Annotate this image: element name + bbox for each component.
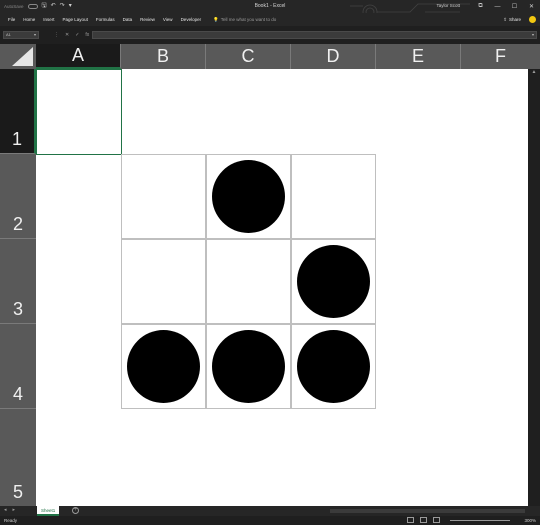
cell-area[interactable] bbox=[36, 69, 528, 506]
add-sheet-button[interactable]: + bbox=[72, 507, 79, 514]
column-header-e[interactable]: E bbox=[376, 44, 461, 69]
select-all-triangle-icon bbox=[12, 47, 33, 66]
sheet-next-icon[interactable]: ▸ bbox=[13, 507, 16, 513]
scroll-up-icon[interactable]: ▲ bbox=[528, 69, 540, 75]
formula-input[interactable]: ▾ bbox=[92, 31, 537, 39]
circle-shape-d3[interactable] bbox=[297, 245, 370, 318]
worksheet-grid: A B C D E F 1 2 3 4 5 ▲ bbox=[0, 44, 540, 506]
lightbulb-icon: 💡 bbox=[213, 16, 219, 22]
window-controls: ⧉ — ☐ ✕ bbox=[472, 0, 540, 13]
circle-shape-c4[interactable] bbox=[212, 330, 285, 403]
column-header-b[interactable]: B bbox=[121, 44, 206, 69]
status-bar: Ready 300% bbox=[0, 516, 540, 525]
tab-home[interactable]: Home bbox=[19, 13, 39, 26]
ribbon-display-icon[interactable]: ⧉ bbox=[472, 0, 489, 13]
enter-icon[interactable]: ✓ bbox=[75, 31, 79, 39]
column-header-f[interactable]: F bbox=[461, 44, 540, 69]
column-header-d[interactable]: D bbox=[291, 44, 376, 69]
circle-shape-c2[interactable] bbox=[212, 160, 285, 233]
expand-formula-icon[interactable]: ▾ bbox=[532, 32, 534, 37]
cell-b2[interactable] bbox=[121, 154, 206, 239]
tell-me-text: Tell me what you want to do bbox=[220, 17, 277, 22]
circle-shape-b4[interactable] bbox=[127, 330, 200, 403]
tab-review[interactable]: Review bbox=[136, 13, 159, 26]
zoom-slider[interactable] bbox=[450, 520, 510, 521]
normal-view-icon[interactable] bbox=[407, 517, 414, 523]
sheet-tab-sheet1[interactable]: Sheet1 bbox=[37, 506, 60, 516]
circle-shape-d4[interactable] bbox=[297, 330, 370, 403]
formula-bar: A1 ▾ ⋮ ✕ ✓ fx ▾ bbox=[0, 26, 540, 44]
share-button[interactable]: ⇪ Share bbox=[503, 17, 521, 23]
sheet-tab-bar: ◂ ▸ Sheet1 + bbox=[0, 506, 540, 516]
share-label: Share bbox=[508, 17, 521, 22]
cancel-icon[interactable]: ✕ bbox=[65, 31, 69, 39]
sheet-navigation: ◂ ▸ bbox=[4, 507, 15, 513]
user-name[interactable]: Taylor Scott bbox=[436, 3, 460, 8]
name-box-value: A1 bbox=[6, 32, 11, 37]
tab-formulas[interactable]: Formulas bbox=[92, 13, 119, 26]
feedback-smiley-icon[interactable] bbox=[529, 16, 536, 23]
status-ready: Ready bbox=[4, 518, 18, 523]
cell-b3[interactable] bbox=[121, 239, 206, 324]
tab-developer[interactable]: Developer bbox=[177, 13, 206, 26]
chevron-down-icon[interactable]: ▾ bbox=[34, 32, 36, 38]
vertical-scrollbar[interactable]: ▲ bbox=[528, 69, 540, 506]
tab-file[interactable]: File bbox=[4, 13, 19, 26]
row-header-4[interactable]: 4 bbox=[0, 324, 36, 409]
close-button[interactable]: ✕ bbox=[523, 0, 540, 13]
name-box[interactable]: A1 ▾ bbox=[3, 31, 39, 39]
column-header-a[interactable]: A bbox=[36, 44, 121, 69]
restore-button[interactable]: ☐ bbox=[506, 0, 523, 13]
share-icon: ⇪ bbox=[503, 16, 507, 22]
more-icon[interactable]: ⋮ bbox=[54, 31, 59, 39]
cell-c3[interactable] bbox=[206, 239, 291, 324]
excel-window: AutoSave 🖫 ↶ ↷ ▾ Book1 - Excel Taylor Sc… bbox=[0, 0, 540, 525]
ribbon-tabs: File Home Insert Page Layout Formulas Da… bbox=[0, 13, 540, 26]
row-header-2[interactable]: 2 bbox=[0, 154, 36, 239]
sheet-prev-icon[interactable]: ◂ bbox=[4, 507, 7, 513]
row-header-1[interactable]: 1 bbox=[0, 69, 36, 154]
insert-function-icon[interactable]: fx bbox=[85, 31, 89, 39]
title-bar: AutoSave 🖫 ↶ ↷ ▾ Book1 - Excel Taylor Sc… bbox=[0, 0, 540, 23]
tab-view[interactable]: View bbox=[159, 13, 177, 26]
minimize-button[interactable]: — bbox=[489, 0, 506, 13]
row-header-5[interactable]: 5 bbox=[0, 409, 36, 506]
column-header-c[interactable]: C bbox=[206, 44, 291, 69]
zoom-level[interactable]: 300% bbox=[524, 518, 536, 523]
view-buttons bbox=[407, 517, 440, 523]
tell-me-box[interactable]: 💡 Tell me what you want to do bbox=[213, 17, 276, 23]
formula-buttons: ⋮ ✕ ✓ fx bbox=[54, 31, 89, 39]
page-break-view-icon[interactable] bbox=[433, 517, 440, 523]
tab-data[interactable]: Data bbox=[119, 13, 137, 26]
active-cell-a1[interactable] bbox=[36, 69, 122, 155]
tab-page-layout[interactable]: Page Layout bbox=[59, 13, 92, 26]
ribbon-right: ⇪ Share bbox=[503, 16, 536, 23]
row-header-3[interactable]: 3 bbox=[0, 239, 36, 324]
horizontal-scrollbar[interactable] bbox=[330, 509, 525, 513]
page-layout-view-icon[interactable] bbox=[420, 517, 427, 523]
tab-insert[interactable]: Insert bbox=[39, 13, 58, 26]
cell-d2[interactable] bbox=[291, 154, 376, 239]
select-all-button[interactable] bbox=[0, 44, 36, 69]
